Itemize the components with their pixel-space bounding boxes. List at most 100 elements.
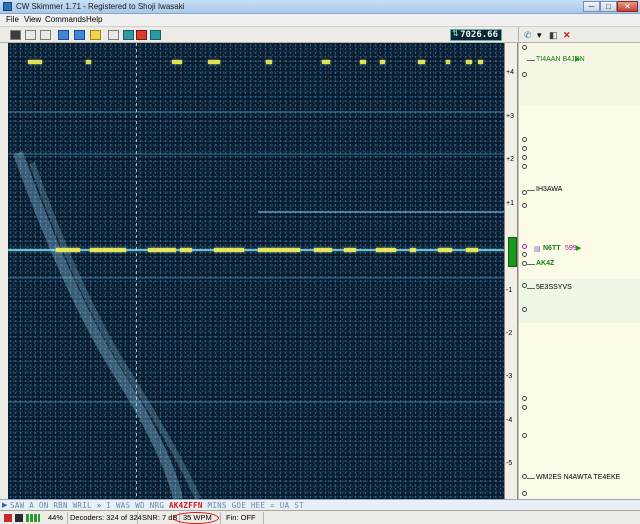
notes-icon[interactable] xyxy=(108,30,119,40)
highlight-oval xyxy=(173,512,219,524)
spot-marker[interactable] xyxy=(522,433,527,438)
scale-tick: -1 xyxy=(506,287,513,294)
fin-status: Fin: OFF xyxy=(224,512,264,524)
separator-icon: » xyxy=(96,501,102,510)
spot-marker[interactable] xyxy=(522,203,527,208)
signal-trace[interactable] xyxy=(314,248,332,252)
signal-trace[interactable] xyxy=(28,60,42,64)
signal-trace[interactable] xyxy=(90,248,126,252)
signal-trace[interactable] xyxy=(172,60,182,64)
signal-trace[interactable] xyxy=(466,60,472,64)
receiver-icon[interactable] xyxy=(10,30,21,40)
signal-trace[interactable] xyxy=(266,60,272,64)
signal-trace[interactable] xyxy=(56,248,80,252)
spot-marker[interactable] xyxy=(522,164,527,169)
waterfall-icon[interactable] xyxy=(74,30,85,40)
scale-tick: -4 xyxy=(506,417,513,424)
spot-marker[interactable] xyxy=(522,307,527,312)
scale-tick: +1 xyxy=(506,200,514,207)
tuning-cursor[interactable] xyxy=(136,43,137,499)
signal-trace[interactable] xyxy=(380,60,385,64)
signal-trace[interactable] xyxy=(180,248,192,252)
spot-marker[interactable] xyxy=(522,252,527,257)
highlight-icon[interactable] xyxy=(90,30,101,40)
signal-trace[interactable] xyxy=(322,60,330,64)
waterfall-display[interactable] xyxy=(8,43,504,499)
signal-trace[interactable] xyxy=(438,248,452,252)
spot-callsign[interactable]: N6TT xyxy=(543,245,561,252)
signal-trace[interactable] xyxy=(148,248,176,252)
close-icon[interactable] xyxy=(136,30,147,40)
signal-trace[interactable] xyxy=(214,248,244,252)
menu-file[interactable]: File xyxy=(6,15,19,24)
spots-panel: TI4AAN B4JRN ▶ IH3AWA ▤ N6TT 599 ▶ AK4Z … xyxy=(518,43,640,499)
call-icon[interactable]: ✆ xyxy=(524,30,532,40)
spot-marker[interactable] xyxy=(522,405,527,410)
lock-icon[interactable] xyxy=(15,514,23,522)
info-icon[interactable] xyxy=(58,30,69,40)
speaker-icon[interactable] xyxy=(40,30,51,40)
menu-commands[interactable]: Commands xyxy=(45,15,86,24)
waterfall-trace xyxy=(8,111,504,113)
spot-marker[interactable] xyxy=(522,137,527,142)
scale-tick: -5 xyxy=(506,460,513,467)
scale-tick: +2 xyxy=(506,156,514,163)
flag-icon: ▶ xyxy=(576,245,582,252)
status-bar: 44% Decoders: 324 of 324 SNR: 7 dB 35 WP… xyxy=(0,510,640,524)
decoded-text: SAW A ON RBN WRIL » I WAS WD NRG AK4ZFFN… xyxy=(10,501,304,510)
spot-marker[interactable] xyxy=(522,491,527,496)
signal-trace[interactable] xyxy=(376,248,396,252)
spots-toolbar: ✆ ▾ ◧ ✕ xyxy=(518,27,640,43)
spot-callsign[interactable]: IH3AWA xyxy=(536,186,562,193)
waterfall-trace xyxy=(8,153,504,155)
decoded-middle: I WAS WD NRG xyxy=(106,501,165,510)
app-icon xyxy=(3,2,12,11)
spot-rst: 599 xyxy=(565,245,577,252)
signal-trace[interactable] xyxy=(344,248,356,252)
menu-view[interactable]: View xyxy=(24,15,41,24)
spot-callsign[interactable]: WM2ES N4AWTA TE4EKE xyxy=(536,474,620,481)
spot-marker[interactable] xyxy=(522,146,527,151)
spot-marker[interactable] xyxy=(522,155,527,160)
cpu-usage: 44% xyxy=(46,512,68,524)
frequency-scale[interactable]: +4 +3 +2 +1 -1 -2 -3 -4 -5 xyxy=(504,43,518,499)
spot-marker[interactable] xyxy=(522,244,527,249)
signal-trace[interactable] xyxy=(258,248,300,252)
signal-trace[interactable] xyxy=(86,60,91,64)
dropdown-icon[interactable]: ▾ xyxy=(537,30,542,40)
grid-icon[interactable] xyxy=(150,30,161,40)
decoders-count: Decoders: 324 of 324 xyxy=(70,512,142,524)
left-gutter xyxy=(0,43,8,499)
spot-callsign[interactable]: AK4Z xyxy=(536,260,554,267)
spot-leader xyxy=(527,264,535,265)
maximize-button[interactable]: □ xyxy=(600,1,617,12)
spot-notes-icon: ▤ xyxy=(534,246,541,253)
menu-bar: File View Commands Help xyxy=(0,14,640,26)
filter-icon[interactable]: ◧ xyxy=(549,30,558,40)
signal-trace[interactable] xyxy=(360,60,366,64)
minimize-button[interactable]: ─ xyxy=(583,1,600,12)
signal-trace[interactable] xyxy=(208,60,220,64)
calendar-icon[interactable] xyxy=(123,30,134,40)
passband-marker[interactable] xyxy=(508,237,517,267)
signal-trace[interactable] xyxy=(418,60,425,64)
cpu-meter-icon xyxy=(26,514,40,522)
scale-tick: -3 xyxy=(506,373,513,380)
spot-marker[interactable] xyxy=(522,72,527,77)
decoder-line[interactable]: ▶ SAW A ON RBN WRIL » I WAS WD NRG AK4ZF… xyxy=(0,499,640,510)
menu-help[interactable]: Help xyxy=(86,15,102,24)
waterfall-trace xyxy=(8,277,504,279)
signal-trace[interactable] xyxy=(410,248,416,252)
spot-callsign[interactable]: 5E3SSYVS xyxy=(536,284,572,291)
radio-icon[interactable] xyxy=(25,30,36,40)
spot-marker[interactable] xyxy=(522,45,527,50)
signal-trace[interactable] xyxy=(478,60,483,64)
signal-trace[interactable] xyxy=(466,248,478,252)
spot-marker[interactable] xyxy=(522,396,527,401)
signal-trace[interactable] xyxy=(446,60,450,64)
waterfall-trace xyxy=(8,401,504,403)
decoded-callsign[interactable]: AK4ZFFN xyxy=(169,501,203,510)
close-button[interactable]: ✕ xyxy=(617,1,638,12)
record-icon[interactable] xyxy=(4,514,12,522)
delete-icon[interactable]: ✕ xyxy=(563,30,571,40)
